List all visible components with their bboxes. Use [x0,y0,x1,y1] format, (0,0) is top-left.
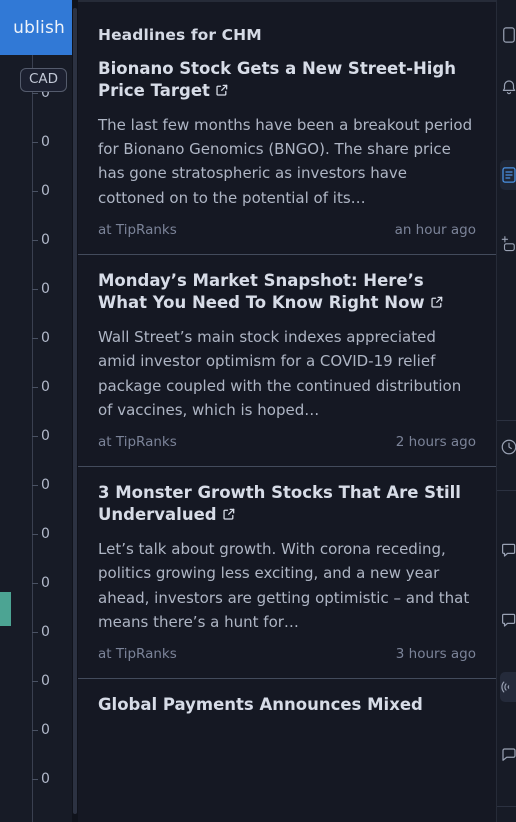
price-axis-tick [32,142,38,143]
news-item-title-text: 3 Monster Growth Stocks That Are Still U… [98,483,461,525]
price-axis-tick-label: 0 [41,281,50,297]
publish-button[interactable]: ublish [0,0,72,55]
toolbar-separator [497,420,516,421]
price-axis-tick [32,583,38,584]
toolbar-separator [497,490,516,491]
price-axis-tick [32,779,38,780]
price-axis-tick-label: 0 [41,771,50,787]
external-link-icon[interactable] [430,295,444,309]
app-root: ublish 000000000000000 CAD Headlines for… [0,0,516,822]
price-axis-tick [32,240,38,241]
price-axis-tick-label: 0 [41,722,50,738]
external-link-icon[interactable] [215,83,229,97]
news-list: Bionano Stock Gets a New Street-High Pri… [78,58,496,716]
news-item-title-text: Global Payments Announces Mixed [98,695,423,715]
price-axis-tick [32,730,38,731]
news-item-source: at TipRanks [98,222,177,239]
news-item-meta: at TipRanks 3 hours ago [98,646,476,662]
price-axis-tick [32,191,38,192]
price-axis-tick [32,338,38,339]
news-scrollbar-thumb[interactable] [73,8,77,814]
price-axis-tick-label: 0 [41,330,50,346]
news-item-time: 2 hours ago [395,434,476,451]
price-axis-tick [32,436,38,437]
news-panel: Headlines for CHM Bionano Stock Gets a N… [78,0,496,822]
hotlists-icon[interactable] [500,228,516,258]
news-item-source: at TipRanks [98,646,177,663]
price-axis-tick-label: 0 [41,428,50,444]
price-axis-tick [32,681,38,682]
stream-icon[interactable] [500,672,516,702]
news-panel-top-rule [78,0,496,2]
price-axis-tick [32,632,38,633]
calendar-icon[interactable] [500,432,516,462]
news-item[interactable]: Bionano Stock Gets a New Street-High Pri… [78,58,496,254]
price-axis-tick-label: 0 [41,575,50,591]
price-axis-tick-label: 0 [41,624,50,640]
news-item-title[interactable]: Monday’s Market Snapshot: Here’s What Yo… [98,257,476,314]
price-axis-line [32,55,33,822]
news-item-meta: at TipRanks 2 hours ago [98,434,476,450]
price-axis-tick [32,93,38,94]
news-item-summary: Wall Street’s main stock indexes appreci… [98,327,462,419]
current-price-marker [0,592,11,626]
price-axis-tick-label: 0 [41,232,50,248]
price-axis-tick-label: 0 [41,134,50,150]
news-item-title[interactable]: Bionano Stock Gets a New Street-High Pri… [98,58,476,102]
external-link-icon[interactable] [222,507,236,521]
data-window-icon[interactable] [500,160,516,190]
price-axis-tick [32,387,38,388]
news-item-summary: Let’s talk about growth. With corona rec… [98,540,470,631]
right-toolbar [496,0,516,822]
chat-icon[interactable] [500,740,516,770]
price-axis-tick [32,485,38,486]
chart-price-scale-panel: ublish 000000000000000 CAD [0,0,72,822]
news-item-summary: The last few months have been a breakout… [98,115,473,207]
price-axis-tick [32,289,38,290]
news-item-meta: at TipRanks an hour ago [98,222,476,238]
news-item[interactable]: 3 Monster Growth Stocks That Are Still U… [78,466,496,678]
price-axis-tick-label: 0 [41,183,50,199]
price-axis-tick-label: 0 [41,379,50,395]
price-axis-tick-label: 0 [41,526,50,542]
price-axis-tick [32,534,38,535]
price-axis-tick-label: 0 [41,673,50,689]
toolbar-separator [497,806,516,807]
news-item[interactable]: Global Payments Announces Mixed [78,678,496,716]
news-item-title-text: Bionano Stock Gets a New Street-High Pri… [98,59,456,100]
news-item[interactable]: Monday’s Market Snapshot: Here’s What Yo… [78,254,496,466]
news-item-title[interactable]: 3 Monster Growth Stocks That Are Still U… [98,469,476,526]
news-item-time: an hour ago [394,222,476,239]
news-item-time: 3 hours ago [395,646,476,663]
price-axis-tick-label: 0 [41,477,50,493]
news-item-title-text: Monday’s Market Snapshot: Here’s What Yo… [98,271,425,312]
news-panel-title: Headlines for CHM [98,26,262,44]
news-item-source: at TipRanks [98,434,177,451]
alerts-icon[interactable] [500,72,516,102]
news-icon[interactable] [500,535,516,565]
news-item-title[interactable]: Global Payments Announces Mixed [98,681,476,716]
watchlist-icon[interactable] [500,20,516,50]
ideas-icon[interactable] [500,605,516,635]
currency-badge[interactable]: CAD [20,68,68,92]
